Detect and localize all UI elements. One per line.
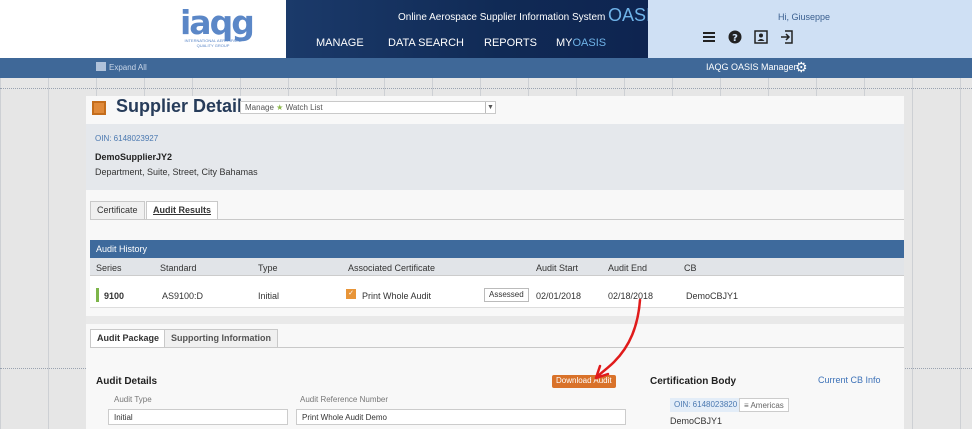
col-audit-start[interactable]: Audit Start [536, 263, 578, 273]
nav-myoasis-suffix: OASIS [572, 37, 607, 49]
tab-audit-results[interactable]: Audit Results [146, 201, 219, 219]
audit-type-field[interactable]: Initial [108, 409, 288, 425]
watch-manage-label: Manage [245, 103, 274, 112]
main-nav: Online Aerospace Supplier Information Sy… [286, 0, 663, 58]
audit-history-header: Audit History [90, 240, 904, 258]
expand-all-button[interactable]: Expand All [96, 62, 147, 72]
col-audit-end[interactable]: Audit End [608, 263, 647, 273]
audit-type-label: Audit Type [114, 395, 152, 404]
logo-wordmark: iaqg [180, 3, 255, 42]
checkmark-icon: ✓ [346, 289, 356, 299]
cell-audit-start: 02/01/2018 [536, 291, 582, 301]
audit-history-columns: Series Standard Type Associated Certific… [90, 258, 904, 276]
expand-all-label: Expand All [109, 63, 147, 72]
star-icon: ★ [276, 103, 284, 112]
nav-reports[interactable]: REPORTS [484, 37, 537, 49]
col-standard[interactable]: Standard [160, 263, 197, 273]
cb-region-badge: ≡ Americas [739, 398, 789, 412]
system-title: Online Aerospace Supplier Information Sy… [398, 12, 606, 23]
profile-icon[interactable] [753, 30, 769, 46]
current-cb-info-link[interactable]: Current CB Info [818, 375, 881, 385]
audit-details-title: Audit Details [96, 376, 158, 387]
logo-area: iaqg INTERNATIONAL AEROSPACE QUALITY GRO… [0, 0, 286, 58]
watch-list-select[interactable]: Manage ★ Watch List ▼ [240, 101, 496, 114]
tab-certificate[interactable]: Certificate [90, 201, 145, 219]
audit-reference-label: Audit Reference Number [300, 395, 389, 404]
tab-supporting-information[interactable]: Supporting Information [164, 329, 278, 347]
cb-oin-badge[interactable]: OIN: 6148023820 [670, 398, 742, 412]
annotation-arrow-icon [594, 298, 642, 380]
cb-name: DemoCBJY1 [670, 416, 723, 426]
col-type[interactable]: Type [258, 263, 278, 273]
cell-certificate[interactable]: Print Whole Audit [362, 291, 431, 301]
nav-myoasis[interactable]: MYOASIS [556, 37, 606, 49]
expand-icon [96, 62, 106, 71]
cell-series: 9100 [104, 291, 125, 301]
svg-text:?: ? [732, 33, 738, 44]
role-label: IAQG OASIS Manager [706, 62, 797, 72]
gear-icon[interactable]: ⚙ [795, 59, 808, 76]
tab-audit-package[interactable]: Audit Package [90, 329, 167, 347]
audit-reference-field[interactable]: Print Whole Audit Demo [296, 409, 626, 425]
logout-icon[interactable] [779, 30, 795, 46]
cb-region-label: Americas [750, 401, 784, 410]
section-divider [86, 316, 904, 324]
nav-myoasis-prefix: MY [556, 37, 573, 49]
nav-manage[interactable]: MANAGE [316, 37, 364, 49]
watch-list-label: Watch List [285, 103, 323, 112]
supplier-address: Department, Suite, Street, City Bahamas [95, 167, 258, 177]
supplier-info [86, 124, 904, 190]
iaqg-logo[interactable]: iaqg INTERNATIONAL AEROSPACE QUALITY GRO… [180, 3, 255, 48]
status-badge: Assessed [484, 288, 529, 302]
series-indicator [96, 288, 99, 302]
logo-tagline: INTERNATIONAL AEROSPACE QUALITY GROUP [184, 38, 242, 48]
col-cb[interactable]: CB [684, 263, 697, 273]
cell-standard: AS9100:D [162, 291, 204, 301]
page-title: Supplier Details [116, 96, 253, 116]
supplier-oin[interactable]: OIN: 6148023927 [95, 134, 158, 143]
nav-data-search[interactable]: DATA SEARCH [388, 37, 464, 49]
col-associated-certificate[interactable]: Associated Certificate [348, 263, 435, 273]
chevron-down-icon[interactable]: ▼ [485, 102, 495, 113]
user-greeting: Hi, Giuseppe [778, 12, 831, 22]
col-series[interactable]: Series [96, 263, 122, 273]
supplier-icon [92, 101, 106, 115]
cell-cb: DemoCBJY1 [686, 291, 739, 301]
cell-type: Initial [258, 291, 280, 301]
secondary-bar: Expand All IAQG OASIS Manager ⚙ [0, 58, 972, 78]
table-row[interactable]: 9100 AS9100:D Initial ✓ Print Whole Audi… [90, 276, 904, 308]
certification-body-title: Certification Body [650, 376, 737, 387]
help-icon[interactable]: ? [727, 30, 743, 46]
supplier-name: DemoSupplierJY2 [95, 152, 173, 162]
user-tools: Hi, Giuseppe ? [648, 0, 972, 58]
guide-line [0, 88, 972, 89]
tab-divider [90, 219, 904, 220]
package-tab-divider [90, 347, 904, 348]
top-bar: iaqg INTERNATIONAL AEROSPACE QUALITY GRO… [0, 0, 972, 58]
menu-icon[interactable] [701, 30, 717, 46]
